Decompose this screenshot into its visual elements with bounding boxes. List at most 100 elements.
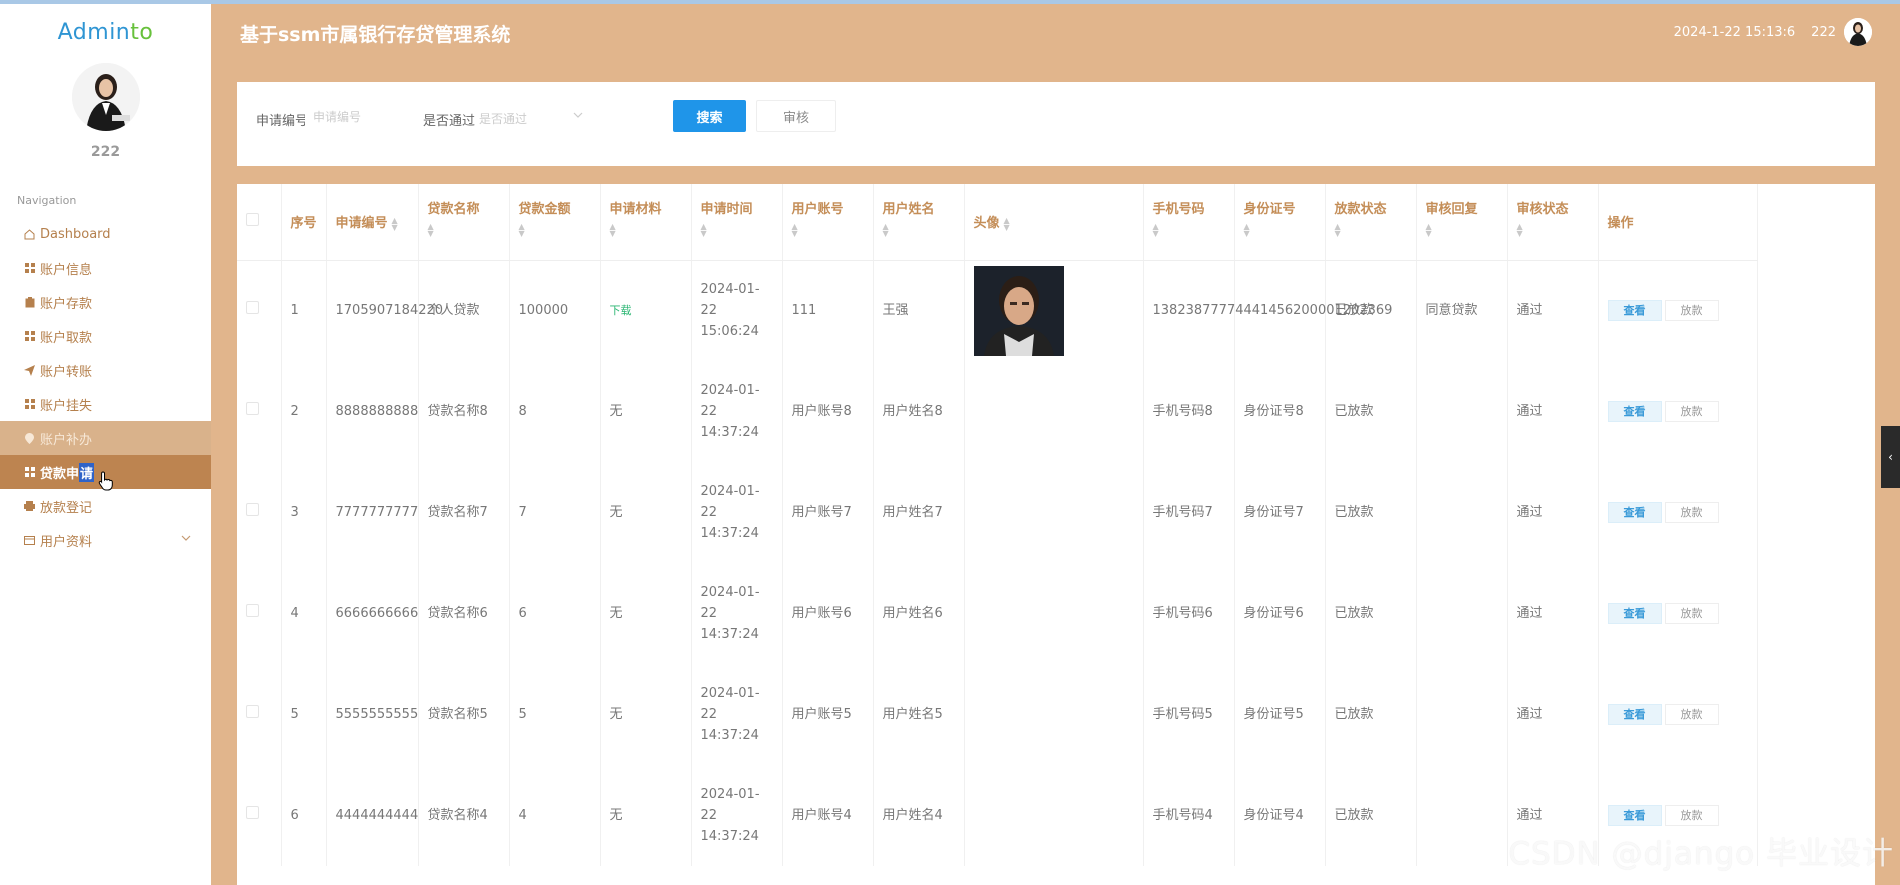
loan-button[interactable]: 放款: [1664, 502, 1719, 523]
sidebar-item-withdraw[interactable]: 账户取款: [0, 319, 211, 353]
logo[interactable]: Adminto: [0, 20, 211, 45]
loan-button[interactable]: 放款: [1664, 704, 1719, 725]
row-no: 6: [281, 765, 327, 866]
sidebar-item-transfer[interactable]: 账户转账: [0, 353, 211, 387]
row-actions: 查看 放款: [1598, 260, 1758, 361]
download-link[interactable]: 下载: [610, 304, 632, 317]
view-button[interactable]: 查看: [1607, 704, 1662, 725]
sidebar-item-reissue[interactable]: 账户补办: [0, 421, 211, 455]
sidebar-item-loan-application[interactable]: 贷款申请: [0, 455, 211, 491]
sort-icon[interactable]: ▲ ▼: [701, 223, 707, 238]
view-button[interactable]: 查看: [1607, 603, 1662, 624]
col-header-actions: 操作: [1598, 184, 1758, 261]
search-button[interactable]: 搜索: [673, 100, 746, 132]
loan-button[interactable]: 放款: [1664, 401, 1719, 422]
sort-icon[interactable]: ▲ ▼: [519, 223, 525, 238]
row-checkbox[interactable]: [246, 301, 259, 315]
row-time: 2024-01-22 15:06:24: [691, 260, 783, 361]
row-audit-status: 通过: [1507, 260, 1599, 361]
sort-icon[interactable]: ▲ ▼: [792, 223, 798, 238]
header-username[interactable]: 222: [1811, 25, 1836, 40]
row-time: 2024-01-22 14:37:24: [691, 462, 783, 563]
table-row: 1 1705907184220 个人贷款 100000 下载 2024-01-22 15:…: [237, 260, 1758, 361]
printer-icon: [24, 501, 35, 512]
sort-icon[interactable]: ▲ ▼: [1335, 223, 1341, 238]
row-actions: 查看 放款: [1598, 664, 1758, 765]
header-user-area: 2024-1-22 15:13:6 222: [1674, 18, 1872, 46]
row-avatar: [964, 563, 1144, 664]
row-reply: [1416, 664, 1508, 765]
row-select-cell: [237, 563, 282, 664]
col-header-avatar[interactable]: 头像 ▲ ▼: [964, 184, 1144, 261]
row-checkbox[interactable]: [246, 503, 259, 516]
sidebar-item-label: 放款登记: [40, 500, 93, 516]
row-avatar: [964, 361, 1144, 462]
sidebar-item-account-info[interactable]: 账户信息: [0, 251, 211, 285]
sidebar-item-user-profile[interactable]: 用户资料: [0, 523, 211, 557]
row-code: 7777777777: [326, 462, 419, 563]
loan-button[interactable]: 放款: [1664, 300, 1719, 322]
row-id: 身份证号6: [1234, 563, 1326, 664]
col-header-time[interactable]: 申请时间 ▲ ▼: [691, 184, 783, 261]
sort-icon[interactable]: ▲ ▼: [883, 223, 889, 238]
col-header-username[interactable]: 用户姓名 ▲ ▼: [873, 184, 965, 261]
grid-icon: [24, 467, 35, 478]
view-button[interactable]: 查看: [1607, 401, 1662, 422]
sort-icon[interactable]: ▲ ▼: [1153, 223, 1159, 238]
sidebar-avatar[interactable]: [71, 63, 140, 131]
sort-icon[interactable]: ▲ ▼: [392, 216, 398, 231]
col-header-id[interactable]: 身份证号 ▲ ▼: [1234, 184, 1326, 261]
view-button[interactable]: 查看: [1607, 502, 1662, 523]
approved-select[interactable]: 是否通过: [471, 100, 591, 134]
col-header-reply[interactable]: 审核回复 ▲ ▼: [1416, 184, 1508, 261]
col-header-amount[interactable]: 贷款金额 ▲ ▼: [509, 184, 601, 261]
sidebar-item-loan-register[interactable]: 放款登记: [0, 489, 211, 523]
table-body: 1 1705907184220 个人贷款 100000 下载 2024-01-22 15:…: [237, 260, 1758, 866]
row-id: 身份证号5: [1234, 664, 1326, 765]
col-header-loan-name[interactable]: 贷款名称 ▲ ▼: [418, 184, 510, 261]
user-avatar-thumb[interactable]: [973, 265, 1064, 356]
header-avatar[interactable]: [1844, 18, 1872, 46]
sidebar-nav: Dashboard 账户信息 账户存款 账户取款 账户转账 账户挂失 账户补办: [0, 217, 211, 557]
approved-label: 是否通过: [423, 114, 476, 129]
view-button[interactable]: 查看: [1607, 805, 1662, 826]
side-panel-toggle[interactable]: ‹: [1881, 426, 1900, 488]
loan-button[interactable]: 放款: [1664, 805, 1719, 826]
col-header-loan-status[interactable]: 放款状态 ▲ ▼: [1325, 184, 1417, 261]
sidebar-item-deposit[interactable]: 账户存款: [0, 285, 211, 319]
search-panel: 申请编号 是否通过 是否通过 搜索 审核: [237, 82, 1875, 166]
table-row: 5 5555555555 贷款名称5 5 无 2024-01-22 14:37:24 用户账…: [237, 664, 1758, 765]
row-checkbox[interactable]: [246, 806, 259, 819]
col-header-account[interactable]: 用户账号 ▲ ▼: [782, 184, 874, 261]
row-avatar: [964, 260, 1144, 361]
loan-button[interactable]: 放款: [1664, 603, 1719, 624]
row-checkbox[interactable]: [246, 402, 259, 415]
sort-icon[interactable]: ▲ ▼: [610, 223, 616, 238]
chevron-left-icon: ‹: [1888, 450, 1893, 464]
sidebar-item-label: 账户转账: [40, 364, 93, 380]
col-header-code[interactable]: 申请编号 ▲ ▼: [326, 184, 419, 261]
row-checkbox[interactable]: [246, 705, 259, 718]
view-button[interactable]: 查看: [1607, 300, 1662, 322]
sort-icon[interactable]: ▲ ▼: [428, 223, 434, 238]
col-header-audit-status[interactable]: 审核状态 ▲ ▼: [1507, 184, 1599, 261]
sort-icon[interactable]: ▲ ▼: [1244, 223, 1250, 238]
row-audit-status: 通过: [1507, 361, 1599, 462]
row-amount: 8: [509, 361, 601, 462]
row-checkbox[interactable]: [246, 604, 259, 617]
chevron-down-icon: [573, 110, 583, 121]
row-loan-name: 贷款名称6: [418, 563, 510, 664]
sort-icon[interactable]: ▲ ▼: [1426, 223, 1432, 238]
table-row: 2 8888888888 贷款名称8 8 无 2024-01-22 14:37:24 用户账…: [237, 361, 1758, 462]
col-header-phone[interactable]: 手机号码 ▲ ▼: [1143, 184, 1235, 261]
row-time: 2024-01-22 14:37:24: [691, 563, 783, 664]
sort-icon[interactable]: ▲ ▼: [1517, 223, 1523, 238]
row-account: 用户账号4: [782, 765, 874, 866]
sidebar-item-dashboard[interactable]: Dashboard: [0, 217, 211, 251]
sort-icon[interactable]: ▲ ▼: [1004, 216, 1010, 231]
audit-button[interactable]: 审核: [756, 100, 836, 132]
application-no-input[interactable]: [305, 100, 415, 134]
col-header-material[interactable]: 申请材料 ▲ ▼: [600, 184, 692, 261]
sidebar-item-report-loss[interactable]: 账户挂失: [0, 387, 211, 421]
select-all-checkbox[interactable]: [246, 213, 259, 227]
